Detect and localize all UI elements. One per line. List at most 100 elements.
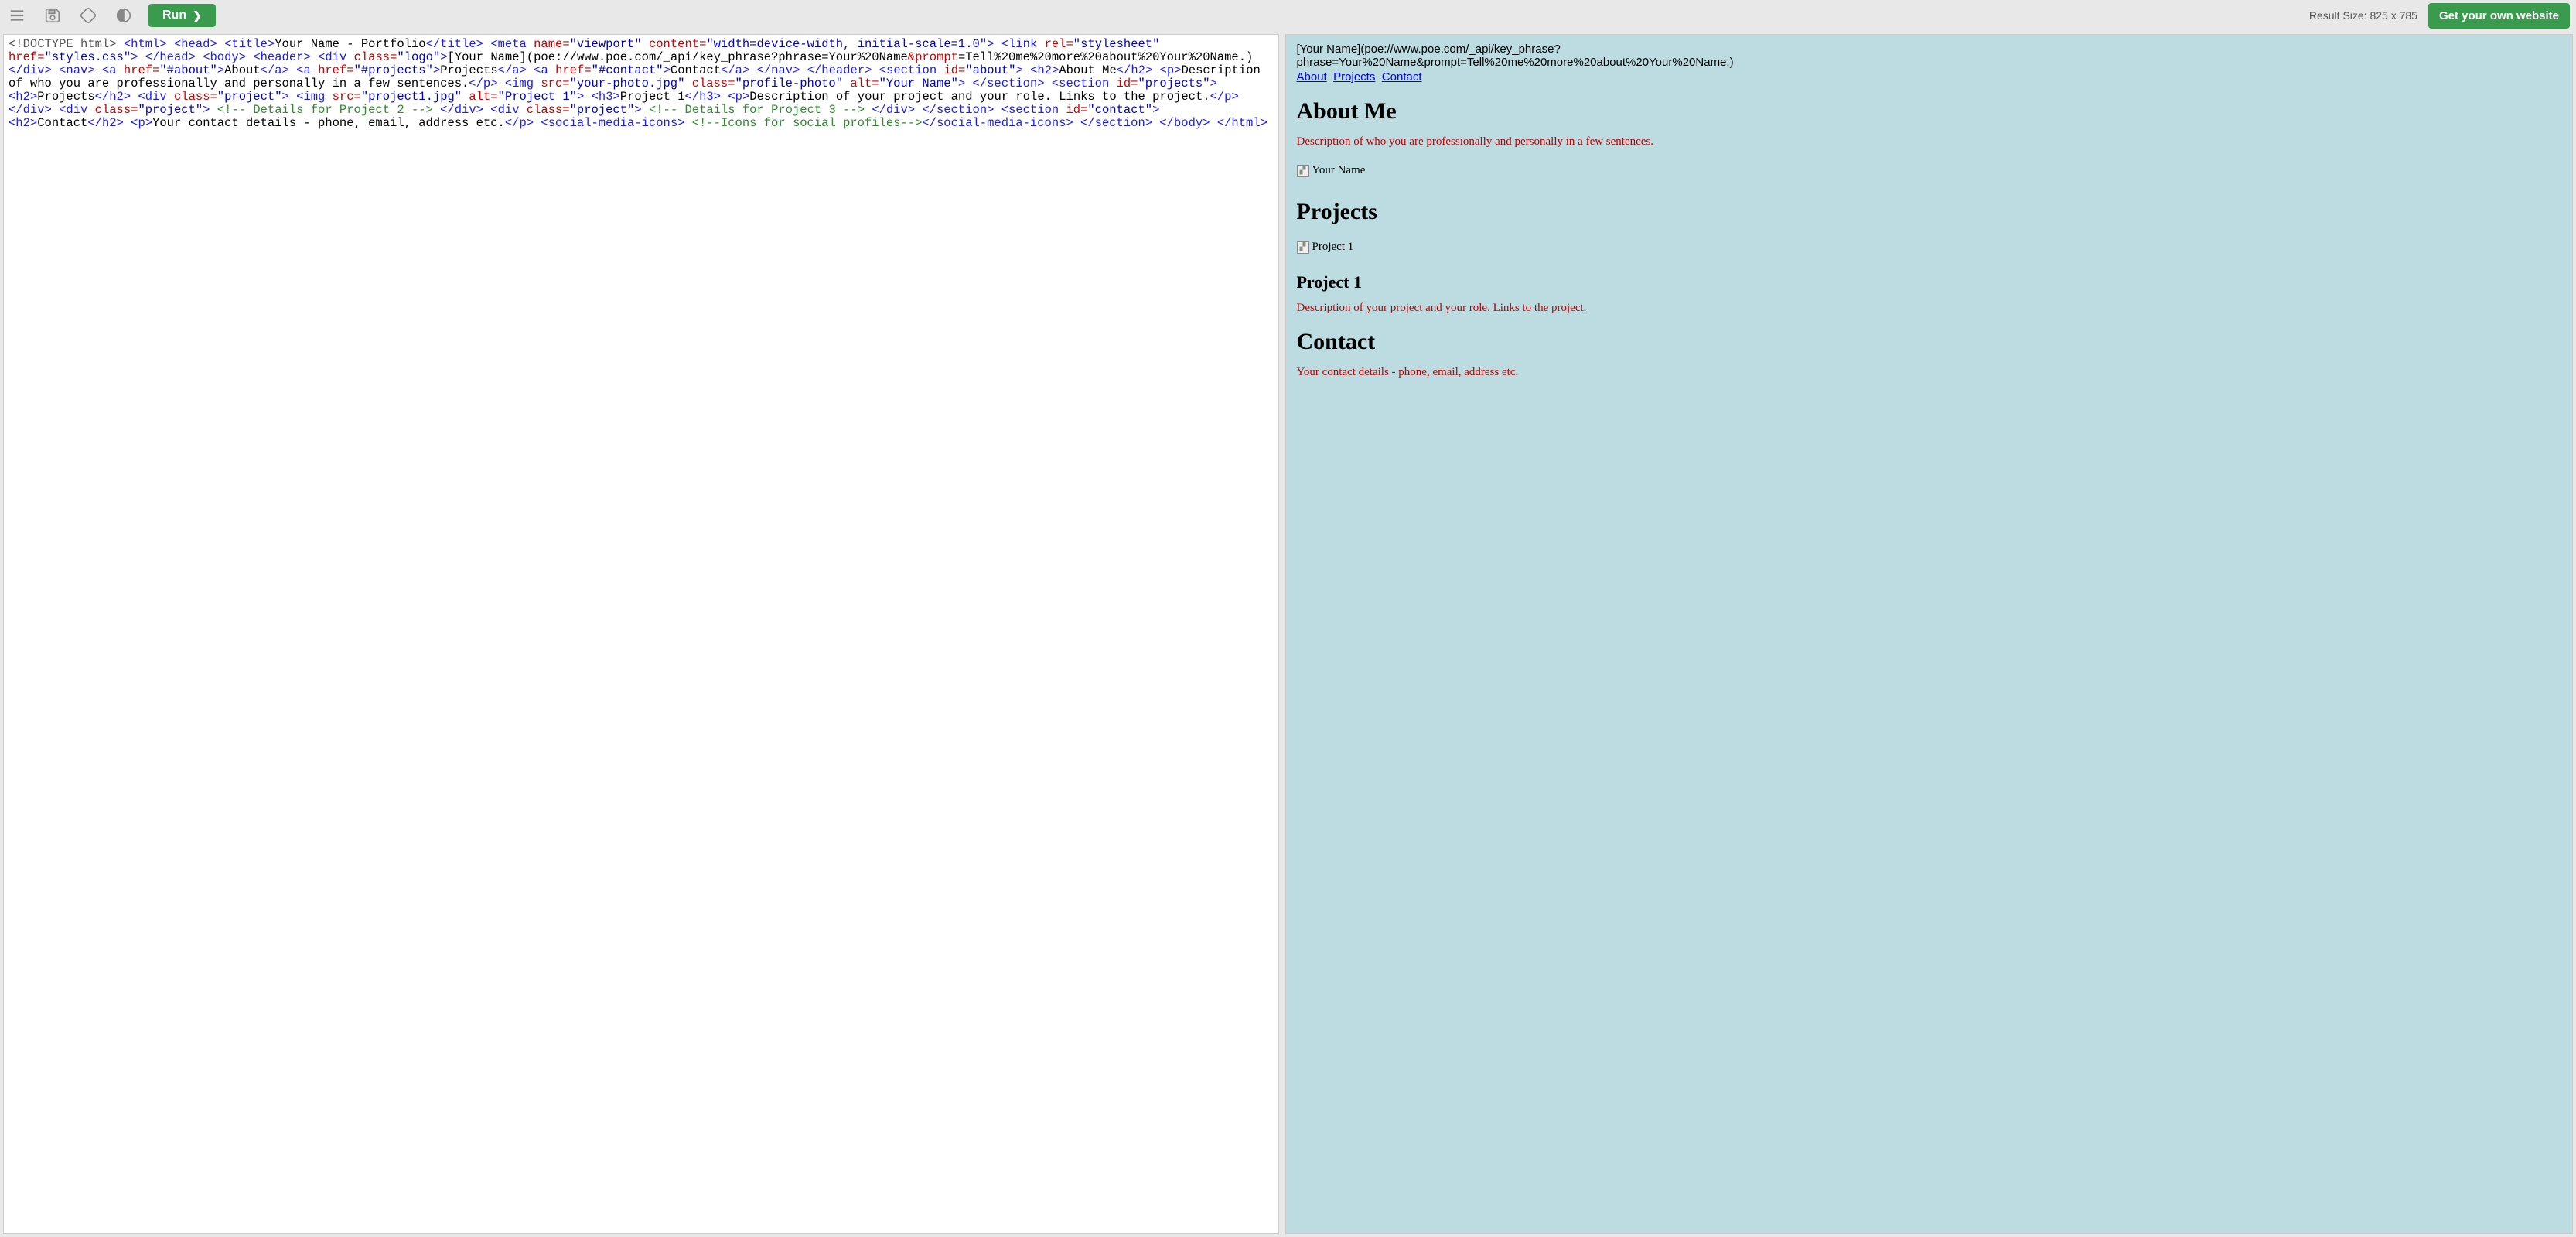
code-token: </div> [872,103,915,117]
code-token [642,37,649,51]
code-token: "project" [138,103,203,117]
code-token [1239,90,1246,104]
code-token: class= [692,77,735,91]
code-token: class= [527,103,570,117]
code-token [1159,103,1166,117]
code-token: <html> [124,37,167,51]
code-token: "styles.css" [45,50,131,64]
about-heading: About Me [1297,98,2562,125]
theme-icon[interactable] [113,5,135,26]
broken-image-alt: Your Name [1312,164,1366,177]
code-token: </div> [9,103,52,117]
code-token: </title> [426,37,483,51]
code-token [311,50,318,64]
code-token: </h2> [87,116,124,130]
broken-image-profile: ▞ Your Name [1297,164,1366,177]
code-token [584,90,591,104]
main-split: <!DOCTYPE html> <html> <head> <title>You… [0,31,2576,1237]
code-token: <!--Icons for social profiles--> [692,116,923,130]
code-token: </div> [440,103,483,117]
run-button[interactable]: Run ❯ [148,4,216,27]
nav-link-about[interactable]: About [1297,70,1327,84]
code-token: <h2> [1030,63,1059,77]
code-token [721,90,728,104]
code-token: <!-- Details for Project 2 --> [217,103,433,117]
code-token [124,116,131,130]
rotate-icon[interactable] [77,5,99,26]
get-website-button[interactable]: Get your own website [2428,3,2570,29]
code-token: name= [534,37,570,51]
code-token [642,103,649,117]
code-token: > [433,63,440,77]
code-token [1210,116,1217,130]
nav-link-contact[interactable]: Contact [1382,70,1422,84]
code-token: <h2> [9,116,37,130]
code-token [965,77,972,91]
code-token: "Your Name" [879,77,958,91]
code-token: </body> [1159,116,1210,130]
code-token [1073,116,1080,130]
code-token: Your Name - Portfolio [275,37,425,51]
code-token: src= [333,90,361,104]
code-token: "width=device-width, initial-scale=1.0" [706,37,987,51]
code-token: <section [1001,103,1066,117]
code-token: id= [1117,77,1138,91]
code-token: "stylesheet" [1073,37,1160,51]
code-token: &prompt [908,50,958,64]
code-token: </section> [973,77,1045,91]
toolbar: Run ❯ Result Size: 825 x 785 Get your ow… [0,0,2576,31]
code-token: <section [1052,77,1117,91]
save-icon[interactable] [42,5,63,26]
code-token: <link [1001,37,1045,51]
code-token: </header> [807,63,872,77]
toolbar-left: Run ❯ [6,4,216,27]
code-token: </p> [1210,90,1239,104]
code-token: Projects [37,90,94,104]
code-token: alt= [469,90,497,104]
code-token [167,37,174,51]
code-token: <h3> [592,90,620,104]
code-token: Contact [670,63,721,77]
code-token [865,103,872,117]
preview-header-text: [Your Name](poe://www.poe.com/_api/key_p… [1297,43,2562,69]
code-token: <h2> [9,90,37,104]
code-token: <p> [1160,63,1182,77]
code-token [684,116,691,130]
code-token: class= [95,103,138,117]
code-token: </section> [922,103,994,117]
broken-image-icon: ▞ [1297,165,1309,177]
code-token: Project 1 [620,90,685,104]
broken-image-alt: Project 1 [1312,241,1354,254]
code-token: </nav> [757,63,800,77]
code-token [95,63,102,77]
code-editor[interactable]: <!DOCTYPE html> <html> <head> <title>You… [3,34,1279,1234]
code-token: "contact" [1087,103,1152,117]
nav-link-projects[interactable]: Projects [1333,70,1375,84]
code-token: "about" [965,63,1015,77]
contact-heading: Contact [1297,329,2562,355]
code-token: src= [541,77,569,91]
code-token [433,103,440,117]
code-token: <a [534,63,555,77]
code-token: <section [879,63,944,77]
code-token: <nav> [59,63,95,77]
code-token [138,50,145,64]
code-token: > [1210,77,1217,91]
code-token: > [634,103,641,117]
code-token [52,103,59,117]
menu-icon[interactable] [6,5,28,26]
toolbar-right: Result Size: 825 x 785 Get your own webs… [2309,3,2570,29]
code-token: Contact [37,116,87,130]
code-token: [Your Name](poe://www.poe.com/_api/key_p… [448,50,908,64]
code-token: <p> [131,116,152,130]
projects-heading: Projects [1297,199,2562,225]
code-token: </h3> [685,90,722,104]
code-token: About [224,63,261,77]
code-token [1159,37,1166,51]
code-token [1152,63,1159,77]
code-token: </h2> [1117,63,1153,77]
code-token [994,37,1001,51]
broken-image-project1: ▞ Project 1 [1297,241,1354,254]
code-token: "Project 1" [498,90,577,104]
code-token [1152,116,1159,130]
